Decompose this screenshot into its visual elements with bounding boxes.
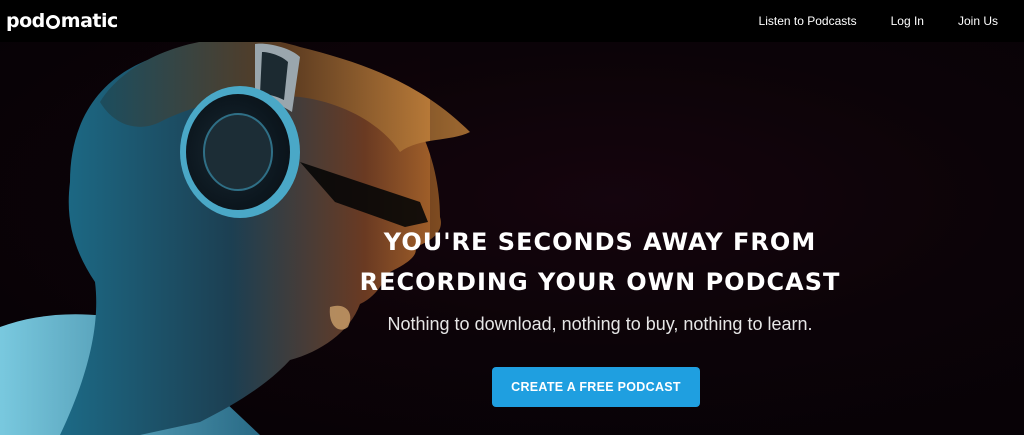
main-nav: Listen to Podcasts Log In Join Us <box>759 14 998 28</box>
top-navigation-bar: pod matic Listen to Podcasts Log In Join… <box>0 0 1024 42</box>
nav-log-in[interactable]: Log In <box>891 14 924 28</box>
hero-headline-line-1: YOU'RE SECONDS AWAY FROM <box>383 228 817 256</box>
nav-join-us[interactable]: Join Us <box>958 14 998 28</box>
hero-section: YOU'RE SECONDS AWAY FROM RECORDING YOUR … <box>0 42 1024 435</box>
logo-text-left: pod <box>6 10 45 32</box>
podomatic-logo[interactable]: pod matic <box>6 10 118 32</box>
logo-o-icon <box>45 15 60 29</box>
hero-headline-line-2: RECORDING YOUR OWN PODCAST <box>359 268 841 296</box>
hero-headline: YOU'RE SECONDS AWAY FROM RECORDING YOUR … <box>300 222 900 302</box>
hero-subheadline: Nothing to download, nothing to buy, not… <box>387 314 813 334</box>
logo-text-right: matic <box>60 10 118 32</box>
create-free-podcast-button[interactable]: CREATE A FREE PODCAST <box>492 367 700 407</box>
nav-listen-to-podcasts[interactable]: Listen to Podcasts <box>759 14 857 28</box>
